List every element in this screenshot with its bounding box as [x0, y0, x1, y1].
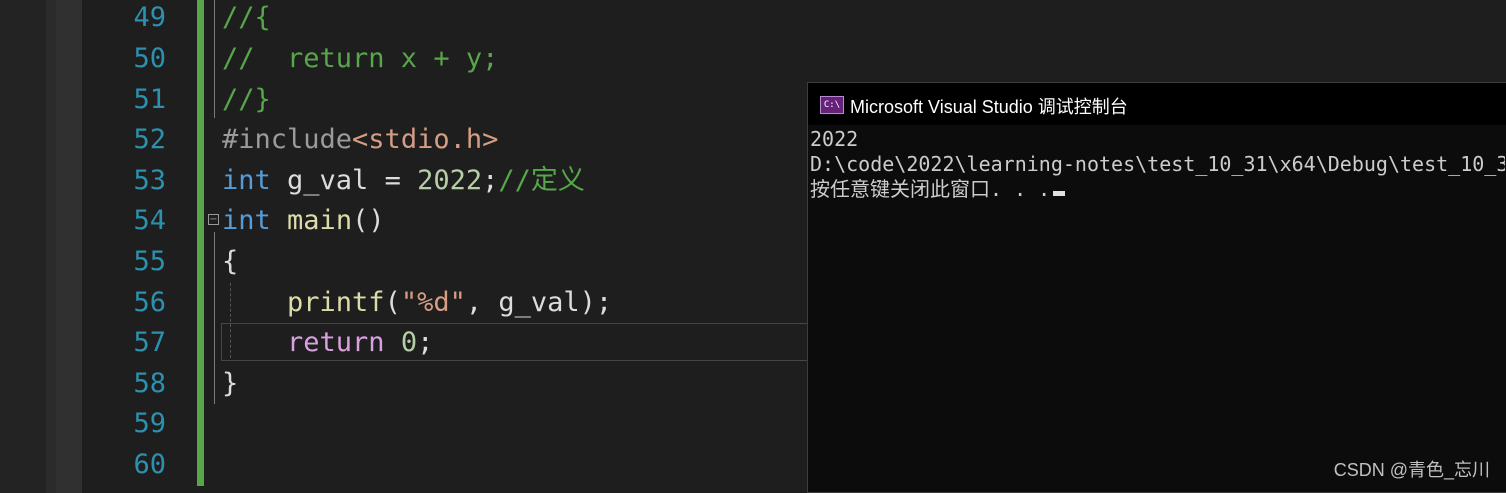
preprocessor-directive: #include: [222, 124, 353, 155]
comment: //}: [222, 84, 271, 115]
line-number: 50: [133, 43, 166, 74]
editor-left-margin: [0, 0, 90, 493]
brace: {: [222, 246, 239, 277]
parens: (): [352, 205, 385, 236]
semicolon: ;: [482, 165, 499, 196]
console-output-line: 按任意键关闭此窗口. . .: [810, 177, 1505, 202]
line-number: 51: [133, 84, 166, 115]
line-number: 54: [133, 205, 166, 236]
text-cursor: [1053, 191, 1066, 196]
console-app-icon: C:\: [820, 96, 844, 114]
line-number: 58: [133, 368, 166, 399]
code-line-57: return 0;: [222, 323, 433, 363]
change-indicator-bar: [197, 0, 204, 486]
comment: // return x + y;: [222, 43, 499, 74]
number-literal: 2022: [417, 165, 483, 196]
code-line-50: // return x + y;: [222, 39, 498, 79]
margin-column: [46, 0, 56, 493]
type-keyword: int: [222, 205, 271, 236]
line-number: 57: [133, 327, 166, 358]
close-paren: );: [579, 287, 613, 318]
console-output[interactable]: 2022 D:\code\2022\learning-notes\test_10_…: [810, 127, 1505, 487]
comment: //定义: [498, 165, 585, 196]
line-number: 53: [133, 165, 166, 196]
margin-column: [0, 0, 46, 493]
include-header: <stdio.h>: [352, 124, 499, 155]
open-paren: (: [384, 287, 401, 318]
semicolon: ;: [417, 327, 434, 358]
console-title-bar[interactable]: C:\ Microsoft Visual Studio 调试控制台: [808, 83, 1506, 125]
type-keyword: int: [222, 165, 271, 196]
line-number: 55: [133, 246, 166, 277]
code-line-53: int g_val = 2022;//定义: [222, 161, 585, 201]
comment: //{: [222, 2, 271, 33]
console-title: Microsoft Visual Studio 调试控制台: [850, 97, 1128, 117]
line-number: 56: [133, 287, 166, 318]
code-line-49: //{: [222, 0, 271, 38]
code-line-56: printf("%d", g_val);: [222, 283, 612, 323]
line-number-gutter: 49 50 51 52 53 54 55 56 57 58 59 60: [90, 0, 170, 493]
declaration: g_val =: [270, 165, 418, 196]
code-line-58: }: [222, 364, 238, 404]
line-number: 60: [133, 449, 166, 480]
console-output-line: 2022: [810, 127, 859, 151]
code-line-54: int main(): [222, 201, 385, 241]
function-call: printf: [287, 287, 385, 318]
function-name: main: [287, 205, 353, 236]
code-line-52: #include<stdio.h>: [222, 120, 498, 160]
console-output-line: D:\code\2022\learning-notes\test_10_31\x…: [810, 152, 1505, 176]
return-keyword: return: [287, 327, 385, 358]
debug-console-window[interactable]: C:\ Microsoft Visual Studio 调试控制台 2022 D:…: [807, 82, 1506, 493]
string-literal: "%d": [400, 287, 466, 318]
brace: }: [222, 368, 239, 399]
code-line-55: {: [222, 242, 238, 282]
watermark: CSDN @青色_忘川: [1333, 460, 1490, 480]
console-prompt-text: 按任意键关闭此窗口. . .: [810, 177, 1051, 201]
line-number: 59: [133, 408, 166, 439]
line-number: 52: [133, 124, 166, 155]
line-number: 49: [133, 2, 166, 33]
code-line-51: //}: [222, 80, 271, 120]
margin-column: [56, 0, 82, 493]
argument: , g_val: [465, 287, 580, 318]
number-literal: 0: [400, 327, 418, 358]
